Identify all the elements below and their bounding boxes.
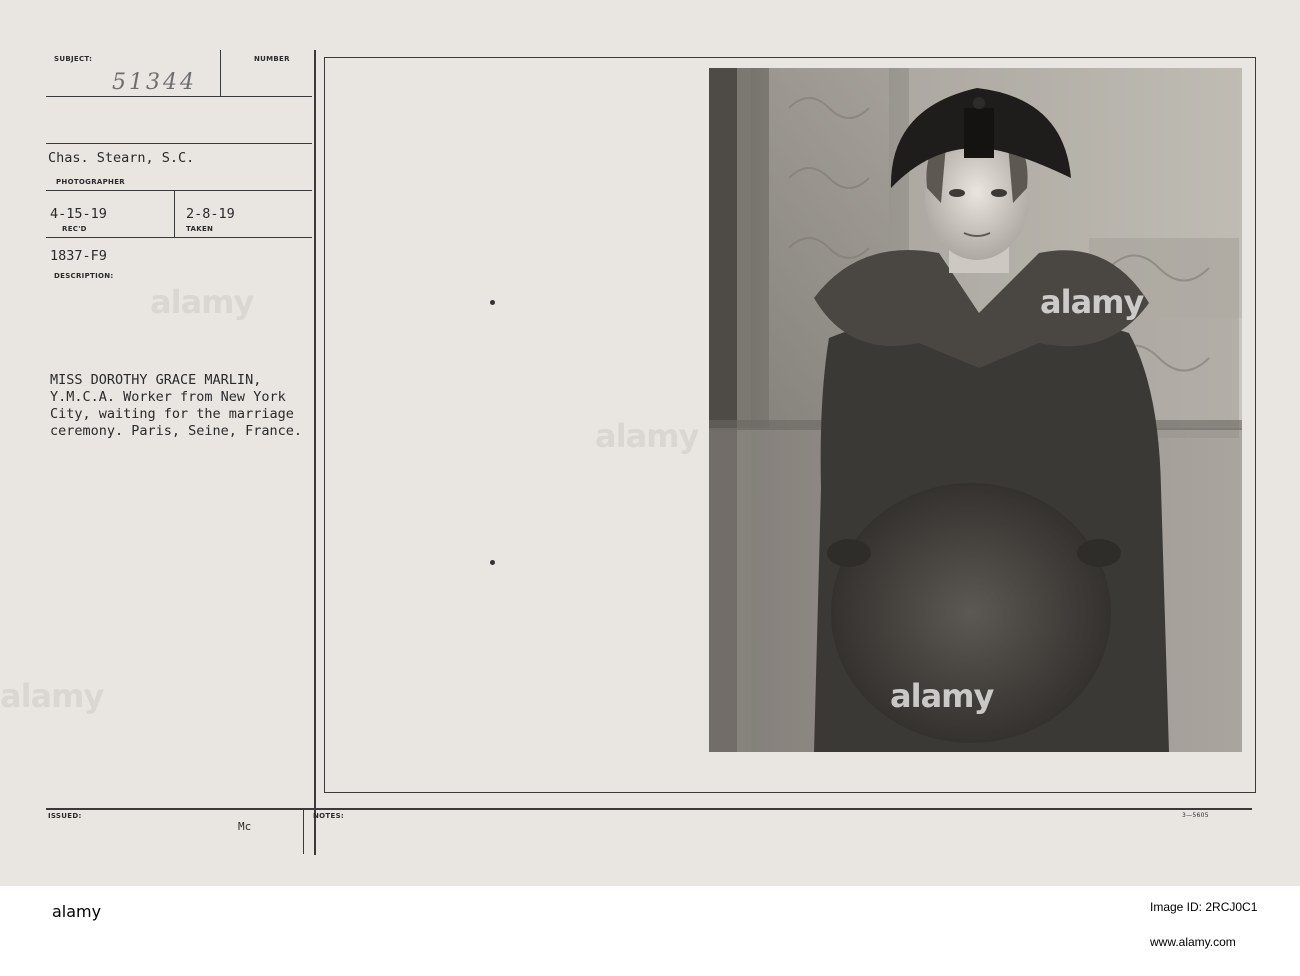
description-line-2: Y.M.C.A. Worker from New York bbox=[50, 389, 286, 405]
taken-date: 2-8-19 bbox=[186, 206, 235, 222]
row-rule-dates bbox=[46, 237, 312, 238]
watermark-text: alamy bbox=[890, 677, 994, 715]
issued-initials: Mc bbox=[238, 820, 252, 833]
registration-dot bbox=[490, 300, 495, 305]
date-divider bbox=[174, 190, 175, 237]
watermark-text: alamy bbox=[150, 283, 254, 321]
description-line-4: ceremony. Paris, Seine, France. bbox=[50, 423, 302, 439]
row-rule-top bbox=[46, 143, 312, 144]
issued-divider bbox=[303, 808, 304, 854]
recd-date: 4-15-19 bbox=[50, 206, 107, 222]
registration-dot bbox=[490, 560, 495, 565]
notes-label: NOTES: bbox=[313, 812, 345, 820]
watermark-text: alamy bbox=[595, 417, 699, 455]
row-rule-subject bbox=[46, 96, 312, 97]
website-text: www.alamy.com bbox=[1150, 935, 1236, 949]
row-rule-photographer bbox=[46, 190, 312, 191]
description-line-1: MISS DOROTHY GRACE MARLIN, bbox=[50, 372, 262, 388]
handwritten-subject-number: 51344 bbox=[112, 70, 197, 95]
number-label: NUMBER bbox=[254, 55, 290, 63]
number-divider bbox=[220, 50, 221, 96]
alamy-logo: alamy bbox=[52, 902, 102, 921]
watermark-text: alamy bbox=[1040, 283, 1144, 321]
portrait-photograph bbox=[709, 68, 1242, 752]
reference-code: 1837-F9 bbox=[50, 248, 107, 264]
stock-footer bbox=[0, 886, 1300, 976]
image-id-text: Image ID: 2RCJ0C1 bbox=[1150, 900, 1258, 914]
issued-label: ISSUED: bbox=[48, 812, 82, 820]
description-label: DESCRIPTION: bbox=[54, 272, 114, 280]
column-divider bbox=[314, 50, 316, 855]
taken-label: TAKEN bbox=[186, 225, 214, 233]
watermark-text: alamy bbox=[0, 677, 104, 715]
bottom-rule bbox=[46, 808, 1252, 810]
photographer-label: PHOTOGRAPHER bbox=[56, 178, 125, 186]
recd-label: REC'D bbox=[62, 225, 87, 233]
photographer-name: Chas. Stearn, S.C. bbox=[48, 150, 195, 166]
subject-label: SUBJECT: bbox=[54, 55, 93, 63]
archival-record-card: SUBJECT: NUMBER PHOTOGRAPHER REC'D TAKEN… bbox=[0, 0, 1300, 886]
description-line-3: City, waiting for the marriage bbox=[50, 406, 294, 422]
portrait-photograph-image bbox=[709, 68, 1242, 752]
form-code: 3—5605 bbox=[1182, 812, 1209, 819]
